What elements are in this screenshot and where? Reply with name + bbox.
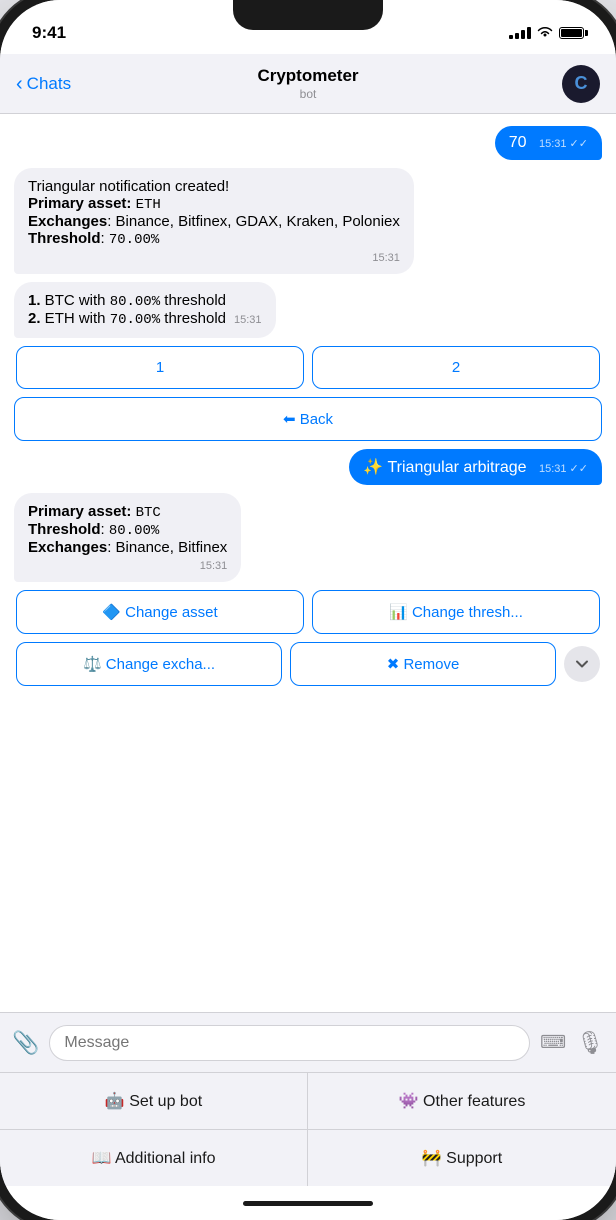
nav-subtitle: bot: [257, 87, 358, 101]
back-chevron-icon: ‹: [16, 74, 23, 94]
message-notification-created: Triangular notification created! Primary…: [14, 168, 414, 274]
home-indicator: [0, 1186, 616, 1220]
message-input[interactable]: [49, 1025, 530, 1061]
msg-line: Primary asset: ETH: [28, 195, 400, 213]
set-up-bot-button[interactable]: 🤖 Set up bot: [0, 1073, 308, 1130]
msg-time: 15:31: [200, 560, 228, 572]
msg-line: Primary asset: BTC: [28, 503, 227, 521]
avatar[interactable]: C: [562, 65, 600, 103]
msg-line: Exchanges: Binance, Bitfinex, GDAX, Krak…: [28, 213, 400, 230]
phone-frame: 9:41 ‹ Chats: [0, 0, 616, 1220]
bottom-grid: 🤖 Set up bot 👾 Other features 📖 Addition…: [0, 1072, 616, 1186]
change-threshold-button[interactable]: 📊 Change thresh...: [312, 590, 600, 634]
keyboard-icon[interactable]: ⌨: [540, 1032, 566, 1053]
attach-icon[interactable]: 📎: [12, 1030, 39, 1056]
expand-button[interactable]: [564, 646, 600, 682]
msg-line: Threshold: 80.00%: [28, 521, 227, 539]
back-label: Chats: [27, 74, 71, 94]
msg-line: 1. BTC with 80.00% threshold: [28, 292, 262, 310]
other-features-button[interactable]: 👾 Other features: [308, 1073, 616, 1130]
msg-text: ✨ Triangular arbitrage: [363, 459, 526, 476]
support-button[interactable]: 🚧 Support: [308, 1130, 616, 1186]
msg-line: Triangular notification created!: [28, 178, 400, 195]
change-buttons-row-1: 🔷 Change asset 📊 Change thresh...: [14, 590, 602, 634]
msg-text: 70: [509, 134, 527, 151]
wifi-icon: [537, 25, 553, 41]
nav-title: Cryptometer: [257, 66, 358, 86]
change-exchange-button[interactable]: ⚖️ Change excha...: [16, 642, 282, 686]
remove-button[interactable]: ✖ Remove: [290, 642, 556, 686]
back-button-row: ⬅ Back: [14, 397, 602, 441]
number-buttons-row: 1 2: [14, 346, 602, 389]
button-2[interactable]: 2: [312, 346, 600, 389]
msg-time: 15:31: [372, 252, 400, 264]
nav-bar: ‹ Chats Cryptometer bot C: [0, 54, 616, 114]
msg-time: 15:31 ✓✓: [539, 463, 588, 475]
back-full-button[interactable]: ⬅ Back: [14, 397, 602, 441]
msg-line: Threshold: 70.00%: [28, 230, 400, 248]
back-button[interactable]: ‹ Chats: [16, 74, 71, 94]
message-list: 1. BTC with 80.00% threshold 2. ETH with…: [14, 282, 276, 338]
message-sent-triangular: ✨ Triangular arbitrage 15:31 ✓✓: [349, 449, 602, 485]
msg-line: 2. ETH with 70.00% threshold 15:31: [28, 310, 262, 328]
additional-info-button[interactable]: 📖 Additional info: [0, 1130, 308, 1186]
message-sent-70: 70 15:31 ✓✓: [495, 126, 602, 160]
change-asset-button[interactable]: 🔷 Change asset: [16, 590, 304, 634]
button-1[interactable]: 1: [16, 346, 304, 389]
home-bar: [243, 1201, 373, 1206]
nav-center: Cryptometer bot: [257, 66, 358, 100]
input-bar: 📎 ⌨ 🎙: [0, 1012, 616, 1072]
chevron-down-icon: [575, 657, 589, 671]
msg-time: 15:31 ✓✓: [539, 138, 588, 150]
change-buttons-row-2: ⚖️ Change excha... ✖ Remove: [14, 642, 602, 686]
mic-icon[interactable]: 🎙: [576, 1030, 604, 1056]
status-time: 9:41: [28, 23, 66, 43]
chat-area: 70 15:31 ✓✓ Triangular notification crea…: [0, 114, 616, 1012]
message-btc-details: Primary asset: BTC Threshold: 80.00% Exc…: [14, 493, 241, 582]
notch: [233, 0, 383, 30]
signal-icon: [509, 27, 531, 39]
msg-line: Exchanges: Binance, Bitfinex: [28, 539, 227, 556]
battery-icon: [559, 27, 584, 39]
status-icons: [509, 25, 588, 41]
msg-time: 15:31: [234, 314, 262, 326]
